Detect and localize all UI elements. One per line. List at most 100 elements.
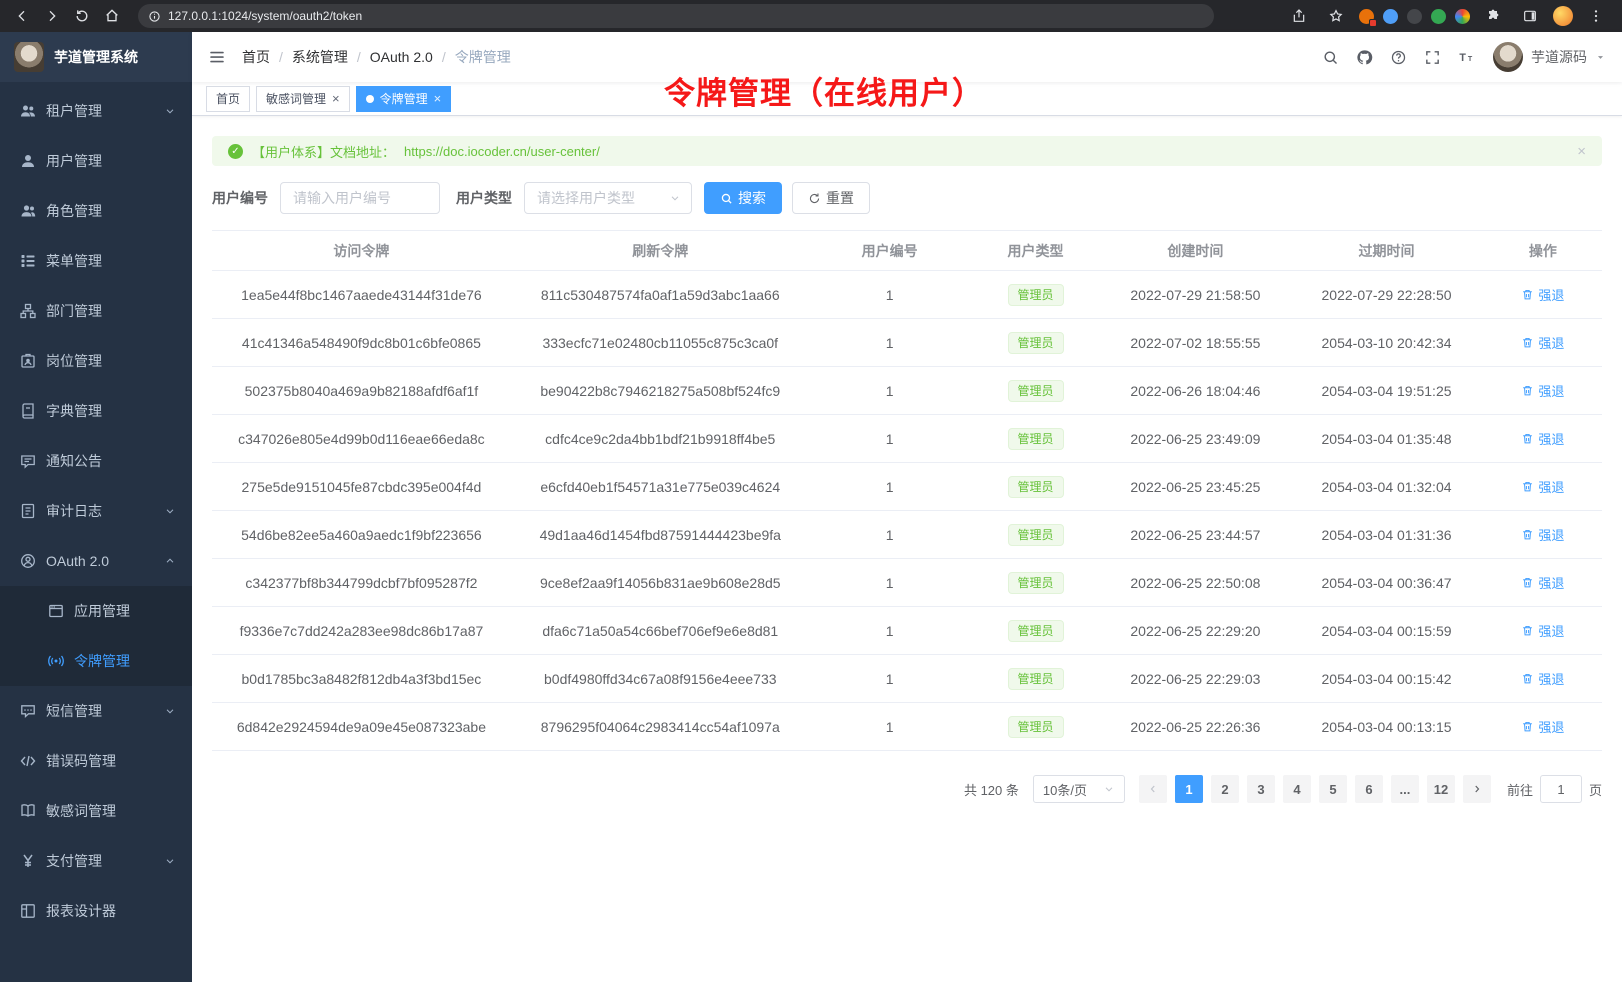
alert-text: 【用户体系】文档地址：: [252, 142, 395, 161]
browser-menu-icon[interactable]: [1582, 3, 1610, 29]
sidebar-item-oauth2[interactable]: OAuth 2.0: [0, 536, 192, 586]
sidebar-item-pay[interactable]: 支付管理: [0, 836, 192, 886]
help-icon[interactable]: [1381, 32, 1415, 82]
pager-ellipsis[interactable]: ...: [1391, 775, 1419, 803]
expire-time-cell: 2054-03-04 00:13:15: [1289, 703, 1484, 751]
breadcrumb-item[interactable]: 系统管理: [292, 47, 348, 67]
next-page-button[interactable]: [1463, 775, 1491, 803]
prev-page-button[interactable]: [1139, 775, 1167, 803]
force-logout-button[interactable]: 强退: [1521, 477, 1564, 496]
user-type-label: 用户类型: [456, 188, 512, 208]
fullscreen-icon[interactable]: [1415, 32, 1449, 82]
alert-close-icon[interactable]: ×: [1577, 143, 1586, 160]
access-token-cell: 41c41346a548490f9dc8b01c6bfe0865: [212, 319, 511, 367]
browser-home-icon[interactable]: [98, 3, 126, 29]
sidebar-item-report-designer[interactable]: 报表设计器: [0, 886, 192, 936]
expire-time-cell: 2054-03-04 01:35:48: [1289, 415, 1484, 463]
extension-icon[interactable]: [1383, 9, 1398, 24]
force-logout-button[interactable]: 强退: [1521, 525, 1564, 544]
sidebar-item-sensitive-word[interactable]: 敏感词管理: [0, 786, 192, 836]
extension-icon[interactable]: [1407, 9, 1422, 24]
force-logout-button[interactable]: 强退: [1521, 573, 1564, 592]
address-bar[interactable]: 127.0.0.1:1024/system/oauth2/token: [138, 4, 1214, 28]
audit-icon: [20, 503, 36, 519]
url-text: 127.0.0.1:1024/system/oauth2/token: [168, 9, 362, 23]
column-header: 创建时间: [1102, 231, 1290, 271]
sidebar-item-oauth2-token[interactable]: 令牌管理: [0, 636, 192, 686]
sidebar-item-oauth2-application[interactable]: 应用管理: [0, 586, 192, 636]
browser-back-icon[interactable]: [8, 3, 36, 29]
sidebar-item-post[interactable]: 岗位管理: [0, 336, 192, 386]
tab-item[interactable]: 首页: [206, 86, 250, 112]
page-button[interactable]: 2: [1211, 775, 1239, 803]
hamburger-icon[interactable]: [192, 32, 242, 82]
user-avatar: [1493, 42, 1523, 72]
breadcrumb-item[interactable]: OAuth 2.0: [370, 49, 433, 65]
tab-item[interactable]: 敏感词管理×: [256, 86, 350, 112]
extensions-puzzle-icon[interactable]: [1479, 3, 1507, 29]
page-button[interactable]: 6: [1355, 775, 1383, 803]
extension-icon[interactable]: [1431, 9, 1446, 24]
font-size-icon[interactable]: TT: [1449, 32, 1483, 82]
search-button[interactable]: 搜索: [704, 182, 782, 214]
sensitive-icon: [20, 803, 36, 819]
sidebar-item-label: 审计日志: [46, 501, 154, 521]
bookmark-star-icon[interactable]: [1322, 3, 1350, 29]
tab-close-icon[interactable]: ×: [434, 92, 442, 105]
chevron-down-icon: [1595, 52, 1606, 63]
browser-reload-icon[interactable]: [68, 3, 96, 29]
force-logout-button[interactable]: 强退: [1521, 333, 1564, 352]
breadcrumb-separator: /: [279, 49, 283, 65]
force-logout-button[interactable]: 强退: [1521, 621, 1564, 640]
user-id-cell: 1: [810, 367, 970, 415]
sidebar-item-role[interactable]: 角色管理: [0, 186, 192, 236]
sidebar-item-label: 令牌管理: [74, 651, 176, 671]
user-type-badge: 管理员: [1008, 668, 1064, 690]
page-button[interactable]: 5: [1319, 775, 1347, 803]
force-logout-button[interactable]: 强退: [1521, 717, 1564, 736]
active-tab-dot-icon: [366, 95, 374, 103]
page-button[interactable]: 4: [1283, 775, 1311, 803]
github-icon[interactable]: [1347, 32, 1381, 82]
force-logout-button[interactable]: 强退: [1521, 381, 1564, 400]
sidebar-item-sms[interactable]: 短信管理: [0, 686, 192, 736]
page-button[interactable]: 1: [1175, 775, 1203, 803]
site-info-icon[interactable]: [148, 10, 161, 23]
profile-avatar-icon[interactable]: [1553, 6, 1573, 26]
force-logout-button[interactable]: 强退: [1521, 429, 1564, 448]
refresh-token-cell: 8796295f04064c2983414cc54af1097a: [511, 703, 810, 751]
force-logout-button[interactable]: 强退: [1521, 669, 1564, 688]
user-type-select[interactable]: 请选择用户类型: [524, 182, 692, 214]
sidebar-item-dept[interactable]: 部门管理: [0, 286, 192, 336]
sidebar-item-notice[interactable]: 通知公告: [0, 436, 192, 486]
sidebar-item-label: 用户管理: [46, 151, 176, 171]
user-menu[interactable]: 芋道源码: [1493, 42, 1606, 72]
created-time-cell: 2022-06-25 22:29:20: [1102, 607, 1290, 655]
goto-page-input[interactable]: [1540, 775, 1582, 803]
sidebar-item-menu[interactable]: 菜单管理: [0, 236, 192, 286]
tab-item[interactable]: 令牌管理×: [356, 86, 452, 112]
success-check-icon: ✓: [228, 144, 243, 159]
share-icon[interactable]: [1285, 3, 1313, 29]
breadcrumb-item[interactable]: 首页: [242, 47, 270, 67]
alert-doc-link[interactable]: https://doc.iocoder.cn/user-center/: [404, 144, 600, 159]
sidebar-item-error-code[interactable]: 错误码管理: [0, 736, 192, 786]
extension-icon[interactable]: [1455, 9, 1470, 24]
tab-close-icon[interactable]: ×: [332, 92, 340, 105]
sidebar-item-audit-log[interactable]: 审计日志: [0, 486, 192, 536]
page-size-select[interactable]: 10条/页: [1033, 775, 1125, 803]
logo-image: [14, 42, 44, 72]
pager-pages: 123456...12: [1175, 775, 1455, 803]
sidebar-item-user[interactable]: 用户管理: [0, 136, 192, 186]
reset-button[interactable]: 重置: [792, 182, 870, 214]
split-view-icon[interactable]: [1516, 3, 1544, 29]
search-icon[interactable]: [1313, 32, 1347, 82]
user-id-input[interactable]: [293, 190, 427, 206]
sidebar-item-tenant[interactable]: 租户管理: [0, 86, 192, 136]
browser-forward-icon[interactable]: [38, 3, 66, 29]
force-logout-button[interactable]: 强退: [1521, 285, 1564, 304]
sidebar-item-dict[interactable]: 字典管理: [0, 386, 192, 436]
page-button[interactable]: 12: [1427, 775, 1455, 803]
page-button[interactable]: 3: [1247, 775, 1275, 803]
extension-icon[interactable]: [1359, 9, 1374, 24]
